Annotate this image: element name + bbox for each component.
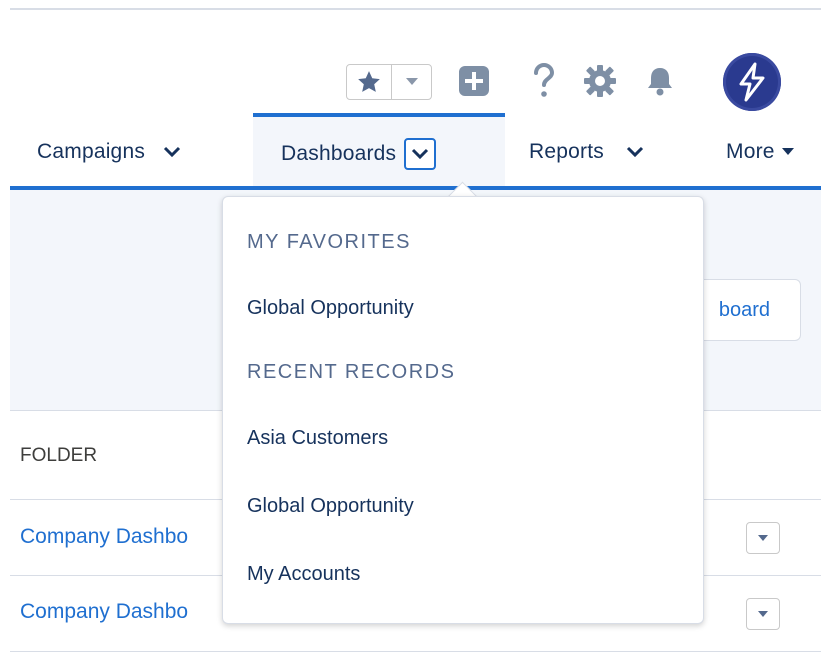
- tab-reports[interactable]: Reports: [529, 113, 644, 191]
- user-avatar[interactable]: [723, 53, 781, 111]
- menu-item-recent[interactable]: My Accounts: [247, 563, 360, 586]
- favorites-heading: MY FAVORITES: [247, 231, 411, 253]
- menu-item-recent[interactable]: Asia Customers: [247, 427, 388, 450]
- chevron-down-icon: [758, 611, 768, 617]
- tab-label: Campaigns: [37, 140, 146, 163]
- recent-records-heading: RECENT RECORDS: [247, 361, 456, 383]
- dashboard-link[interactable]: Company Dashbo: [20, 525, 188, 549]
- button-label: board: [718, 298, 770, 321]
- tab-label: Reports: [529, 140, 604, 163]
- navigation-bar: Campaigns Dashboards Reports More: [0, 113, 821, 191]
- bell-icon[interactable]: [642, 63, 678, 99]
- gear-icon[interactable]: [582, 63, 618, 99]
- lightning-avatar-icon: [739, 62, 765, 102]
- tab-label: More: [726, 140, 775, 163]
- tab-dashboards[interactable]: Dashboards: [253, 113, 505, 191]
- chevron-down-icon[interactable]: [392, 65, 431, 99]
- column-header-folder: FOLDER: [20, 445, 98, 466]
- chevron-down-icon: [758, 535, 768, 541]
- plus-icon[interactable]: [456, 63, 492, 99]
- caret-down-icon: [781, 148, 794, 155]
- tab-more[interactable]: More: [726, 113, 795, 191]
- row-action-menu[interactable]: [746, 522, 780, 554]
- menu-item-favorite[interactable]: Global Opportunity: [247, 297, 414, 320]
- chevron-down-icon[interactable]: [626, 146, 644, 158]
- dashboards-dropdown-menu: MY FAVORITES Global Opportunity RECENT R…: [222, 196, 704, 624]
- dashboard-link[interactable]: Company Dashbo: [20, 600, 188, 624]
- tab-campaigns[interactable]: Campaigns: [37, 113, 181, 191]
- chevron-down-icon[interactable]: [163, 146, 181, 158]
- top-divider: [10, 8, 821, 10]
- menu-item-recent[interactable]: Global Opportunity: [247, 495, 414, 518]
- row-action-menu[interactable]: [746, 598, 780, 630]
- tab-label: Dashboards: [281, 142, 397, 165]
- chevron-down-icon[interactable]: [404, 138, 437, 170]
- help-icon[interactable]: [526, 63, 562, 99]
- star-icon[interactable]: [347, 65, 392, 99]
- favorites-button-group[interactable]: [346, 64, 432, 100]
